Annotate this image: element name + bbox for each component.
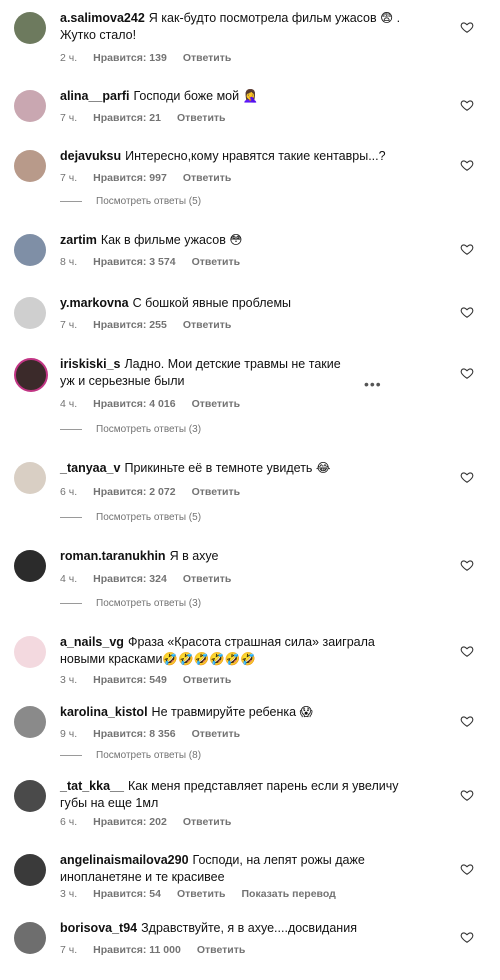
view-replies[interactable]: Посмотреть ответы (3) bbox=[60, 598, 201, 609]
likes-count[interactable]: Нравится: 324 bbox=[93, 573, 167, 585]
username[interactable]: a.salimova242 bbox=[60, 11, 145, 25]
avatar[interactable] bbox=[14, 636, 46, 668]
heart-outline-icon[interactable] bbox=[460, 242, 474, 256]
avatar[interactable] bbox=[14, 90, 46, 122]
heart-outline-icon[interactable] bbox=[460, 558, 474, 572]
heart-outline-icon[interactable] bbox=[460, 158, 474, 172]
reply-button[interactable]: Ответить bbox=[183, 816, 232, 828]
show-translation-button[interactable]: Показать перевод bbox=[242, 888, 336, 900]
heart-outline-icon[interactable] bbox=[460, 930, 474, 944]
divider bbox=[60, 603, 82, 604]
timestamp: 3 ч. bbox=[60, 888, 78, 900]
username[interactable]: _tanyaa_v bbox=[60, 461, 120, 475]
avatar[interactable] bbox=[14, 150, 46, 182]
avatar[interactable] bbox=[14, 234, 46, 266]
divider bbox=[60, 429, 82, 430]
comment-text: Как в фильме ужасов 😳 bbox=[100, 233, 243, 247]
avatar[interactable] bbox=[14, 462, 46, 494]
timestamp: 6 ч. bbox=[60, 816, 78, 828]
reply-button[interactable]: Ответить bbox=[177, 888, 226, 900]
avatar[interactable] bbox=[14, 706, 46, 738]
avatar[interactable] bbox=[14, 297, 46, 329]
heart-outline-icon[interactable] bbox=[460, 714, 474, 728]
timestamp: 6 ч. bbox=[60, 486, 78, 498]
likes-count[interactable]: Нравится: 11 000 bbox=[93, 944, 181, 956]
view-replies[interactable]: Посмотреть ответы (5) bbox=[60, 196, 201, 207]
reply-button[interactable]: Ответить bbox=[177, 112, 226, 124]
username[interactable]: alina__parfi bbox=[60, 89, 129, 103]
view-replies[interactable]: Посмотреть ответы (5) bbox=[60, 512, 201, 523]
divider bbox=[60, 517, 82, 518]
comments-feed: a.salimova242 Я как-будто посмотрела филь… bbox=[0, 0, 500, 980]
view-replies[interactable]: Посмотреть ответы (8) bbox=[60, 750, 201, 761]
timestamp: 7 ч. bbox=[60, 172, 78, 184]
likes-count[interactable]: Нравится: 4 016 bbox=[93, 398, 175, 410]
username[interactable]: iriskiski_s bbox=[60, 357, 120, 371]
heart-outline-icon[interactable] bbox=[460, 788, 474, 802]
username[interactable]: angelinaismailova290 bbox=[60, 853, 189, 867]
more-dots-icon[interactable]: ••• bbox=[364, 376, 382, 392]
timestamp: 4 ч. bbox=[60, 573, 78, 585]
comment-text: Прикиньте её в темноте увидеть 😂 bbox=[124, 461, 331, 475]
divider bbox=[60, 201, 82, 202]
avatar[interactable] bbox=[14, 780, 46, 812]
comment-text: Здравствуйте, я в ахуе....досвидания bbox=[141, 921, 357, 935]
likes-count[interactable]: Нравится: 2 072 bbox=[93, 486, 175, 498]
username[interactable]: roman.taranukhin bbox=[60, 549, 166, 563]
likes-count[interactable]: Нравится: 54 bbox=[93, 888, 161, 900]
likes-count[interactable]: Нравится: 8 356 bbox=[93, 728, 175, 740]
heart-outline-icon[interactable] bbox=[460, 862, 474, 876]
username[interactable]: a_nails_vg bbox=[60, 635, 124, 649]
heart-outline-icon[interactable] bbox=[460, 470, 474, 484]
heart-outline-icon[interactable] bbox=[460, 20, 474, 34]
comment-text: Интересно,кому нравятся такие кентавры..… bbox=[125, 149, 386, 163]
timestamp: 2 ч. bbox=[60, 52, 78, 64]
timestamp: 3 ч. bbox=[60, 674, 78, 686]
heart-outline-icon[interactable] bbox=[460, 644, 474, 658]
avatar[interactable] bbox=[14, 922, 46, 954]
divider bbox=[60, 755, 82, 756]
likes-count[interactable]: Нравится: 3 574 bbox=[93, 256, 175, 268]
timestamp: 9 ч. bbox=[60, 728, 78, 740]
heart-outline-icon[interactable] bbox=[460, 98, 474, 112]
reply-button[interactable]: Ответить bbox=[183, 573, 232, 585]
timestamp: 7 ч. bbox=[60, 112, 78, 124]
avatar[interactable] bbox=[14, 358, 48, 392]
likes-count[interactable]: Нравится: 139 bbox=[93, 52, 167, 64]
reply-button[interactable]: Ответить bbox=[192, 728, 241, 740]
reply-button[interactable]: Ответить bbox=[183, 172, 232, 184]
timestamp: 7 ч. bbox=[60, 944, 78, 956]
reply-button[interactable]: Ответить bbox=[183, 674, 232, 686]
comment-text: С бошкой явные проблемы bbox=[132, 296, 292, 310]
username[interactable]: dejavuksu bbox=[60, 149, 121, 163]
likes-count[interactable]: Нравится: 21 bbox=[93, 112, 161, 124]
likes-count[interactable]: Нравится: 255 bbox=[93, 319, 167, 331]
timestamp: 7 ч. bbox=[60, 319, 78, 331]
avatar[interactable] bbox=[14, 12, 46, 44]
comment-text: Я в ахуе bbox=[169, 549, 219, 563]
username[interactable]: borisova_t94 bbox=[60, 921, 137, 935]
reply-button[interactable]: Ответить bbox=[192, 256, 241, 268]
likes-count[interactable]: Нравится: 997 bbox=[93, 172, 167, 184]
username[interactable]: zartim bbox=[60, 233, 97, 247]
username[interactable]: y.markovna bbox=[60, 296, 129, 310]
likes-count[interactable]: Нравится: 549 bbox=[93, 674, 167, 686]
timestamp: 8 ч. bbox=[60, 256, 78, 268]
comment-text: Не травмируйте ребенка 😱 bbox=[151, 705, 313, 719]
comment-text: Господи боже мой 🤦‍♀️ bbox=[133, 89, 259, 103]
heart-outline-icon[interactable] bbox=[460, 366, 474, 380]
reply-button[interactable]: Ответить bbox=[183, 52, 232, 64]
likes-count[interactable]: Нравится: 202 bbox=[93, 816, 167, 828]
reply-button[interactable]: Ответить bbox=[183, 319, 232, 331]
reply-button[interactable]: Ответить bbox=[192, 398, 241, 410]
timestamp: 4 ч. bbox=[60, 398, 78, 410]
avatar[interactable] bbox=[14, 854, 46, 886]
reply-button[interactable]: Ответить bbox=[197, 944, 246, 956]
reply-button[interactable]: Ответить bbox=[192, 486, 241, 498]
username[interactable]: _tat_kka__ bbox=[60, 779, 124, 793]
heart-outline-icon[interactable] bbox=[460, 305, 474, 319]
avatar[interactable] bbox=[14, 550, 46, 582]
username[interactable]: karolina_kistol bbox=[60, 705, 148, 719]
view-replies[interactable]: Посмотреть ответы (3) bbox=[60, 424, 201, 435]
